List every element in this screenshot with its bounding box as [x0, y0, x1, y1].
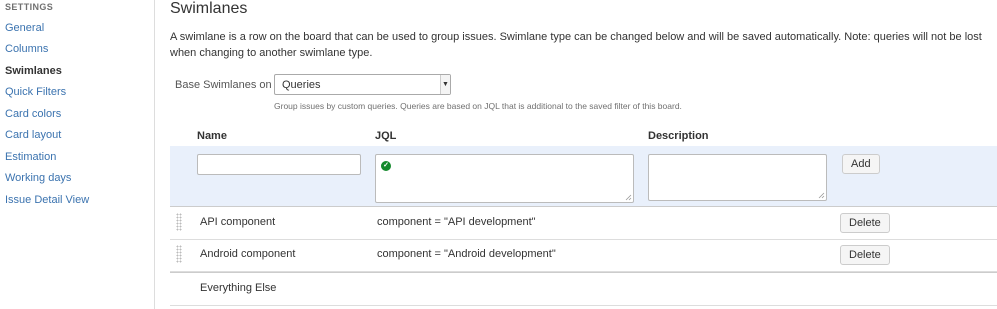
sidebar-heading: SETTINGS	[5, 2, 54, 12]
page-description: A swimlane is a row on the board that ca…	[170, 31, 982, 59]
sidebar-item-quick-filters[interactable]: Quick Filters	[5, 86, 66, 98]
swimlanes-panel: Swimlanes A swimlane is a row on the boa…	[170, 0, 997, 309]
sidebar-item-estimation[interactable]: Estimation	[5, 151, 56, 163]
sidebar-item-columns[interactable]: Columns	[5, 43, 48, 55]
column-header-description: Description	[648, 130, 709, 142]
settings-sidebar: SETTINGS General Columns Swimlanes Quick…	[0, 0, 155, 309]
resize-handle-icon[interactable]	[625, 194, 632, 201]
swimlane-type-select[interactable]: Queries ▼	[274, 74, 451, 95]
column-header-jql: JQL	[375, 130, 397, 142]
base-swimlanes-label: Base Swimlanes on	[175, 79, 272, 91]
swimlane-name[interactable]: Android component	[200, 248, 295, 260]
sidebar-item-card-layout[interactable]: Card layout	[5, 129, 61, 141]
add-swimlane-button[interactable]: Add	[842, 154, 880, 174]
swimlane-row: Android component component = "Android d…	[170, 239, 997, 272]
sidebar-item-card-colors[interactable]: Card colors	[5, 108, 61, 120]
swimlane-row-default: Everything Else	[170, 272, 997, 306]
swimlane-jql[interactable]: component = "Android development"	[377, 248, 556, 260]
swimlane-type-help: Group issues by custom queries. Queries …	[274, 101, 682, 111]
page-title: Swimlanes	[170, 0, 248, 17]
sidebar-item-swimlanes[interactable]: Swimlanes	[5, 65, 62, 77]
add-swimlane-row: ✓ Add	[170, 146, 997, 207]
sidebar-item-working-days[interactable]: Working days	[5, 172, 71, 184]
resize-handle-icon[interactable]	[818, 192, 825, 199]
new-swimlane-description-input[interactable]	[648, 154, 827, 201]
sidebar-item-general[interactable]: General	[5, 22, 44, 34]
new-swimlane-jql-input[interactable]: ✓	[375, 154, 634, 203]
delete-swimlane-button[interactable]: Delete	[840, 213, 890, 233]
swimlane-name[interactable]: API component	[200, 216, 275, 228]
sidebar-item-issue-detail-view[interactable]: Issue Detail View	[5, 194, 89, 206]
new-swimlane-name-input[interactable]	[197, 154, 361, 175]
swimlane-name: Everything Else	[200, 282, 277, 294]
column-header-name: Name	[197, 130, 227, 142]
valid-check-icon: ✓	[381, 161, 391, 171]
drag-handle-icon[interactable]	[176, 213, 182, 231]
delete-swimlane-button[interactable]: Delete	[840, 245, 890, 265]
swimlane-jql[interactable]: component = "API development"	[377, 216, 536, 228]
chevron-down-icon: ▼	[440, 75, 450, 94]
drag-handle-icon[interactable]	[176, 245, 182, 263]
swimlane-row: API component component = "API developme…	[170, 207, 997, 240]
swimlane-type-value: Queries	[282, 79, 321, 91]
